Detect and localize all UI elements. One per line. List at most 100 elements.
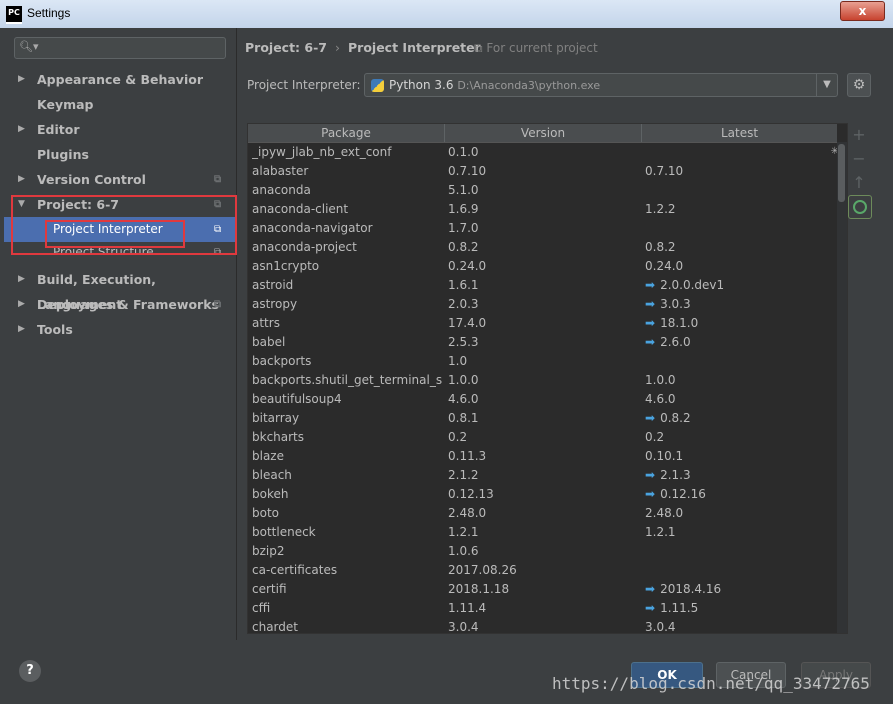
- interpreter-select[interactable]: Python 3.6 D:\Anaconda3\python.exe ▼: [364, 73, 838, 97]
- breadcrumb-project: Project: 6-7: [245, 40, 327, 55]
- gear-icon: ⚙: [852, 77, 866, 93]
- sidebar-item-editor[interactable]: ▶ Editor: [4, 117, 236, 142]
- package-name: babel: [252, 335, 286, 349]
- table-row[interactable]: bkcharts 0.2 0.2: [248, 428, 837, 447]
- package-name: backports: [252, 354, 312, 368]
- sidebar-item-label: Appearance & Behavior: [37, 72, 203, 87]
- scrollbar-thumb[interactable]: [838, 144, 845, 202]
- package-latest: 1.0.0: [645, 371, 676, 390]
- dialog-footer: ? OK Cancel Apply: [0, 640, 893, 704]
- table-row[interactable]: bokeh 0.12.13 ➡ 0.12.16: [248, 485, 837, 504]
- table-row[interactable]: asn1crypto 0.24.0 0.24.0: [248, 257, 837, 276]
- latest-version-label: 0.7.10: [645, 164, 684, 178]
- sidebar-item-languages[interactable]: ▶ Languages & Frameworks ⧉: [4, 292, 236, 317]
- sidebar-item-plugins[interactable]: Plugins: [4, 142, 236, 167]
- sidebar-item-label: Languages & Frameworks: [37, 297, 219, 312]
- latest-version-label: 1.0.0: [645, 373, 676, 387]
- table-row[interactable]: backports.shutil_get_terminal_s... 1.0.0 1…: [248, 371, 837, 390]
- package-name: _ipyw_jlab_nb_ext_conf: [252, 145, 392, 159]
- package-latest: 0.10.1: [645, 447, 683, 466]
- table-row[interactable]: chardet 3.0.4 3.0.4: [248, 618, 837, 634]
- package-latest: ➡ 1.11.5: [645, 599, 698, 618]
- table-row[interactable]: _ipyw_jlab_nb_ext_conf 0.1.0: [248, 143, 837, 162]
- latest-version-label: 0.8.2: [660, 411, 691, 425]
- package-latest: 2.48.0: [645, 504, 683, 523]
- latest-version-label: 1.11.5: [660, 601, 699, 615]
- package-version: 1.7.0: [448, 221, 479, 235]
- sidebar-item-appearance[interactable]: ▶ Appearance & Behavior: [4, 67, 236, 92]
- add-package-button[interactable]: +: [847, 123, 871, 147]
- table-row[interactable]: bleach 2.1.2 ➡ 2.1.3: [248, 466, 837, 485]
- latest-version-label: 1.2.1: [645, 525, 676, 539]
- package-name: anaconda: [252, 183, 311, 197]
- table-row[interactable]: backports 1.0: [248, 352, 837, 371]
- upgrade-package-button[interactable]: ↑: [847, 171, 871, 195]
- show-early-releases-button[interactable]: [848, 195, 872, 219]
- package-latest: 4.6.0: [645, 390, 676, 409]
- sidebar-item-keymap[interactable]: Keymap: [4, 92, 236, 117]
- package-version: 2.48.0: [448, 506, 487, 520]
- table-row[interactable]: cffi 1.11.4 ➡ 1.11.5: [248, 599, 837, 618]
- expand-arrow-icon[interactable]: ▶: [18, 167, 25, 192]
- package-latest: ➡ 2.1.3: [645, 466, 691, 485]
- sidebar-item-label: Editor: [37, 122, 80, 137]
- table-row[interactable]: boto 2.48.0 2.48.0: [248, 504, 837, 523]
- package-version: 1.0.0: [448, 373, 479, 387]
- latest-version-label: 0.10.1: [645, 449, 684, 463]
- package-version: 5.1.0: [448, 183, 479, 197]
- remove-package-button[interactable]: −: [847, 147, 871, 171]
- table-row[interactable]: astropy 2.0.3 ➡ 3.0.3: [248, 295, 837, 314]
- package-version: 0.1.0: [448, 145, 479, 159]
- interpreter-settings-button[interactable]: ⚙: [847, 73, 871, 97]
- table-row[interactable]: astroid 1.6.1 ➡ 2.0.0.dev1: [248, 276, 837, 295]
- chevron-down-icon[interactable]: ▼: [816, 74, 837, 96]
- for-current-project-label: For current project: [486, 41, 598, 55]
- interpreter-label: Project Interpreter:: [247, 78, 361, 92]
- package-version: 2.1.2: [448, 468, 479, 482]
- python-icon: [371, 79, 384, 92]
- table-row[interactable]: anaconda-client 1.6.9 1.2.2: [248, 200, 837, 219]
- column-header-package[interactable]: Package: [248, 124, 445, 142]
- column-header-latest[interactable]: Latest: [642, 124, 837, 142]
- search-input[interactable]: 🔍︎▾: [14, 37, 226, 59]
- sidebar-item-label: Tools: [37, 322, 73, 337]
- project-scope-icon: ⧉: [474, 41, 483, 55]
- latest-version-label: 0.8.2: [645, 240, 676, 254]
- table-row[interactable]: anaconda-navigator 1.7.0: [248, 219, 837, 238]
- help-button[interactable]: ?: [19, 660, 41, 682]
- expand-arrow-icon[interactable]: ▶: [18, 67, 25, 92]
- package-name: bleach: [252, 468, 292, 482]
- latest-version-label: 3.0.4: [645, 620, 676, 634]
- table-row[interactable]: anaconda 5.1.0: [248, 181, 837, 200]
- latest-version-label: 2.6.0: [660, 335, 691, 349]
- package-name: beautifulsoup4: [252, 392, 342, 406]
- column-header-version[interactable]: Version: [445, 124, 642, 142]
- vertical-scrollbar[interactable]: [837, 142, 847, 633]
- sidebar-item-tools[interactable]: ▶ Tools: [4, 317, 236, 342]
- package-version: 2.0.3: [448, 297, 479, 311]
- package-version: 1.6.1: [448, 278, 479, 292]
- expand-arrow-icon[interactable]: ▶: [18, 267, 25, 292]
- package-version: 0.11.3: [448, 449, 487, 463]
- close-button[interactable]: x: [840, 1, 885, 21]
- table-row[interactable]: beautifulsoup4 4.6.0 4.6.0: [248, 390, 837, 409]
- package-latest: ➡ 3.0.3: [645, 295, 691, 314]
- table-row[interactable]: alabaster 0.7.10 0.7.10: [248, 162, 837, 181]
- table-row[interactable]: bzip2 1.0.6: [248, 542, 837, 561]
- table-row[interactable]: blaze 0.11.3 0.10.1: [248, 447, 837, 466]
- expand-arrow-icon[interactable]: ▶: [18, 317, 25, 342]
- table-row[interactable]: bitarray 0.8.1 ➡ 0.8.2: [248, 409, 837, 428]
- expand-arrow-icon[interactable]: ▶: [18, 117, 25, 142]
- package-latest: 0.24.0: [645, 257, 683, 276]
- table-row[interactable]: anaconda-project 0.8.2 0.8.2: [248, 238, 837, 257]
- sidebar-item-build[interactable]: ▶ Build, Execution, Deployment: [4, 267, 236, 312]
- sidebar-item-version-control[interactable]: ▶ Version Control ⧉: [4, 167, 236, 192]
- expand-arrow-icon[interactable]: ▶: [18, 292, 25, 317]
- package-latest: ➡ 2018.4.16: [645, 580, 721, 599]
- table-row[interactable]: certifi 2018.1.18 ➡ 2018.4.16: [248, 580, 837, 599]
- package-name: astropy: [252, 297, 298, 311]
- table-row[interactable]: babel 2.5.3 ➡ 2.6.0: [248, 333, 837, 352]
- table-row[interactable]: ca-certificates 2017.08.26: [248, 561, 837, 580]
- table-row[interactable]: attrs 17.4.0 ➡ 18.1.0: [248, 314, 837, 333]
- table-row[interactable]: bottleneck 1.2.1 1.2.1: [248, 523, 837, 542]
